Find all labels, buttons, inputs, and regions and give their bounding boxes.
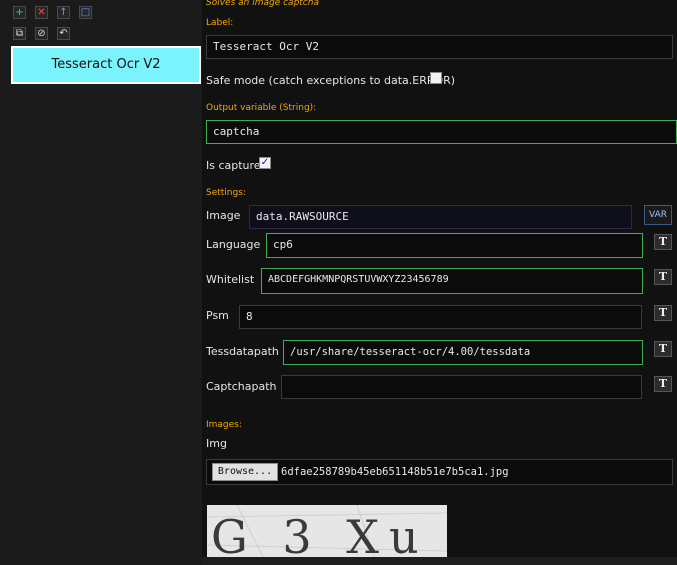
- disable-icon: ⊘: [37, 28, 46, 39]
- captchapath-input[interactable]: [281, 375, 642, 399]
- tessdatapath-label: Tessdatapath: [206, 345, 279, 358]
- captcha-image: G 3 Xu: [207, 505, 447, 565]
- is-capture-checkbox[interactable]: ✓: [259, 157, 271, 169]
- captchapath-label: Captchapath: [206, 380, 277, 393]
- language-input[interactable]: cp6: [266, 233, 643, 258]
- horizontal-scrollbar[interactable]: [202, 557, 677, 565]
- checkmark-icon: ✓: [260, 157, 270, 168]
- disable-block-button[interactable]: ⊘: [35, 27, 48, 40]
- image-input[interactable]: data.RAWSOURCE: [249, 205, 632, 229]
- label-input[interactable]: Tesseract Ocr V2: [206, 35, 673, 59]
- blocks-panel: + ✕ ↑ □ ⧉ ⊘ ↶ Tesseract Ocr V2: [0, 0, 202, 565]
- block-settings-panel: Solves an image captcha Label: Tesseract…: [202, 0, 677, 565]
- copy-icon: ⧉: [15, 28, 24, 39]
- remove-block-button[interactable]: ✕: [35, 6, 48, 19]
- label-heading: Label:: [206, 18, 234, 28]
- psm-label: Psm: [206, 309, 229, 322]
- plus-icon: +: [15, 7, 24, 18]
- settings-heading: Settings:: [206, 188, 246, 198]
- psm-type-button[interactable]: T: [654, 305, 672, 321]
- captchapath-type-button[interactable]: T: [654, 376, 672, 392]
- tessdatapath-type-button[interactable]: T: [654, 341, 672, 357]
- img-label: Img: [206, 437, 227, 450]
- whitelist-input[interactable]: ABCDEFGHKMNPQRSTUVWXYZ23456789: [261, 268, 643, 294]
- arrow-up-icon: ↑: [59, 7, 68, 18]
- language-label: Language: [206, 238, 261, 251]
- output-variable-heading: Output variable (String):: [206, 103, 317, 113]
- undo-icon: ↶: [59, 28, 68, 39]
- is-capture-label: Is capture: [206, 159, 261, 172]
- block-label: Tesseract Ocr V2: [51, 57, 161, 72]
- x-icon: ✕: [37, 7, 46, 18]
- square-button[interactable]: □: [79, 6, 92, 19]
- square-icon: □: [80, 7, 91, 18]
- images-heading: Images:: [206, 420, 242, 430]
- language-type-button[interactable]: T: [654, 234, 672, 250]
- var-button[interactable]: VAR: [644, 205, 672, 225]
- safe-mode-label: Safe mode (catch exceptions to data.ERRO…: [206, 74, 456, 87]
- move-up-button[interactable]: ↑: [57, 6, 70, 19]
- selected-block[interactable]: Tesseract Ocr V2: [11, 46, 201, 84]
- image-filename: 6dfae258789b45eb651148b51e7b5ca1.jpg: [281, 466, 509, 478]
- output-variable-input[interactable]: captcha: [206, 120, 677, 144]
- block-description: Solves an image captcha: [206, 0, 319, 8]
- undo-button[interactable]: ↶: [57, 27, 70, 40]
- whitelist-label: Whitelist: [206, 273, 255, 286]
- browse-button[interactable]: Browse...: [212, 463, 278, 481]
- clone-block-button[interactable]: ⧉: [13, 27, 26, 40]
- psm-input[interactable]: 8: [239, 305, 642, 329]
- image-file-field: Browse... 6dfae258789b45eb651148b51e7b5c…: [206, 459, 673, 485]
- image-label: Image: [206, 209, 241, 222]
- add-block-button[interactable]: +: [13, 6, 26, 19]
- whitelist-type-button[interactable]: T: [654, 269, 672, 285]
- captcha-image-graphic: G 3 Xu: [207, 505, 447, 565]
- tessdatapath-input[interactable]: /usr/share/tesseract-ocr/4.00/tessdata: [283, 340, 643, 365]
- captcha-text: G 3 Xu: [211, 510, 429, 564]
- safe-mode-checkbox[interactable]: [430, 72, 442, 84]
